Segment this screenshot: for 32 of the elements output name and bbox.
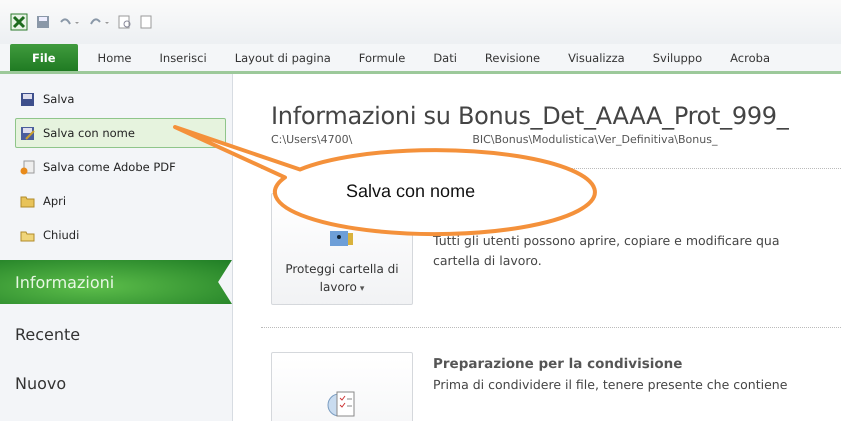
floppy-pencil-icon [20,126,35,140]
ribbon-tab[interactable]: Sviluppo [638,44,716,71]
new-document-icon[interactable] [140,15,152,29]
print-preview-icon[interactable] [118,15,132,29]
lock-document-icon [329,231,355,248]
menu-section[interactable]: Nuovo [0,359,232,408]
menu-item[interactable]: Salva come Adobe PDF [15,152,226,182]
menu-section[interactable]: Recente [0,310,232,359]
ribbon-tab[interactable]: Inserisci [146,44,221,71]
ribbon-tab[interactable]: Revisione [470,44,554,71]
document-icon [20,160,35,174]
menu-item[interactable]: Salva con nome [15,118,226,148]
ribbon-tab[interactable]: Layout di pagina [220,44,345,71]
ribbon-tab[interactable]: Visualizza [554,44,639,71]
ribbon-tab[interactable]: Home [84,44,146,71]
ribbon-tab[interactable]: Dati [419,44,471,71]
section-heading: Preparazione per la condivisione [433,356,684,372]
folder-icon [20,194,35,208]
description-text: cartella di lavoro. [433,253,543,268]
menu-item[interactable]: Chiudi [15,220,226,250]
description-text: Tutti gli utenti possono aprire, copiare e modificare qua [433,233,780,248]
ribbon-tab[interactable]: Formule [344,44,420,71]
file-path: C:\Users\4700\ [271,133,352,146]
ribbon-tab[interactable]: File [10,44,78,71]
ribbon-tab[interactable]: Acroba [716,44,784,71]
description-text: Prima di condividere il file, tenere presente che contiene [433,377,788,392]
menu-item[interactable]: Apri [15,186,226,216]
save-icon[interactable] [36,15,50,29]
page-title: Informazioni su Bonus_Det_AAAA_Prot_999_ [271,102,790,130]
excel-logo-icon[interactable] [10,13,28,31]
menu-item[interactable]: Salva [15,84,226,114]
file-path: BIC\Bonus\Modulistica\Ver_Definitiva\Bonus_ [472,133,718,146]
